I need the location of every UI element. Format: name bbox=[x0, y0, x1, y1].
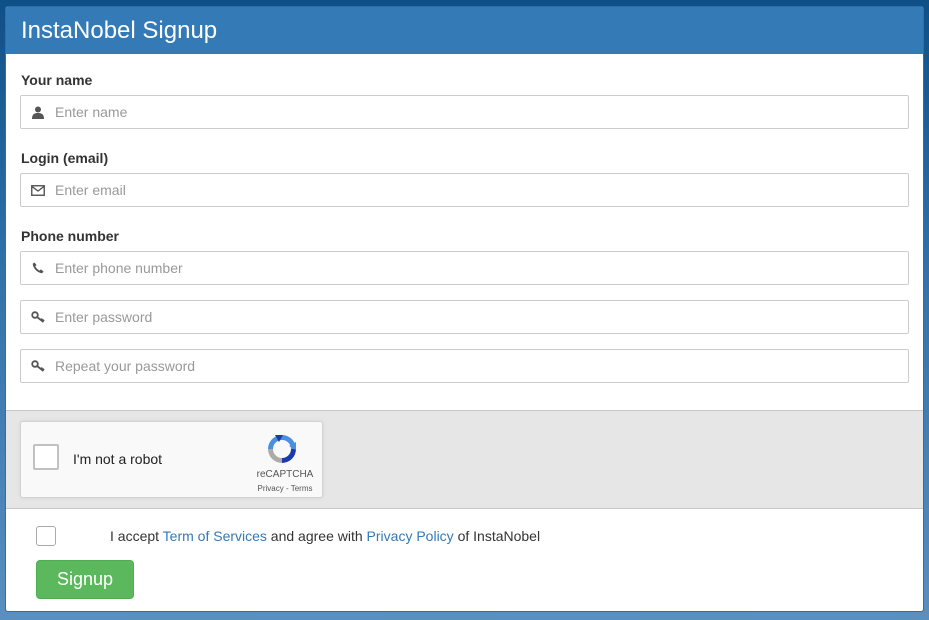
name-input[interactable] bbox=[55, 97, 908, 127]
terms-row: I accept Term of Services and agree with… bbox=[36, 525, 540, 547]
name-input-group bbox=[20, 95, 909, 129]
terms-middle: and agree with bbox=[266, 528, 367, 544]
terms-checkbox[interactable] bbox=[36, 526, 56, 546]
signup-form: Your name Login (email) Phone number bbox=[6, 54, 923, 383]
terms-prefix: I accept bbox=[110, 528, 163, 544]
panel-title: InstaNobel Signup bbox=[6, 7, 923, 54]
email-label: Login (email) bbox=[21, 150, 109, 166]
recaptcha-widget: I'm not a robot reCAPTCHA Privacy - Term… bbox=[20, 421, 323, 498]
phone-input[interactable] bbox=[55, 253, 908, 283]
email-input-group bbox=[20, 173, 909, 207]
recaptcha-brand: reCAPTCHA bbox=[256, 469, 314, 480]
phone-icon bbox=[21, 252, 55, 284]
phone-label: Phone number bbox=[21, 228, 120, 244]
recaptcha-checkbox[interactable] bbox=[33, 444, 59, 470]
repeat-password-input-group bbox=[20, 349, 909, 383]
repeat-password-input[interactable] bbox=[55, 351, 908, 381]
envelope-icon bbox=[21, 174, 55, 206]
terms-text: I accept Term of Services and agree with… bbox=[110, 528, 540, 544]
terms-suffix: of InstaNobel bbox=[453, 528, 541, 544]
terms-of-service-link[interactable]: Term of Services bbox=[163, 528, 267, 544]
key-icon bbox=[21, 301, 55, 333]
key-icon bbox=[21, 350, 55, 382]
password-input[interactable] bbox=[55, 302, 908, 332]
user-icon bbox=[21, 96, 55, 128]
signup-panel: InstaNobel Signup Your name Login (email… bbox=[5, 6, 924, 612]
recaptcha-links[interactable]: Privacy - Terms bbox=[255, 484, 315, 493]
email-input[interactable] bbox=[55, 175, 908, 205]
signup-button[interactable]: Signup bbox=[36, 560, 134, 599]
recaptcha-logo-icon bbox=[265, 432, 299, 466]
phone-input-group bbox=[20, 251, 909, 285]
password-input-group bbox=[20, 300, 909, 334]
captcha-section: I'm not a robot reCAPTCHA Privacy - Term… bbox=[6, 410, 923, 509]
recaptcha-label: I'm not a robot bbox=[73, 451, 163, 467]
privacy-policy-link[interactable]: Privacy Policy bbox=[367, 528, 454, 544]
name-label: Your name bbox=[21, 72, 93, 88]
